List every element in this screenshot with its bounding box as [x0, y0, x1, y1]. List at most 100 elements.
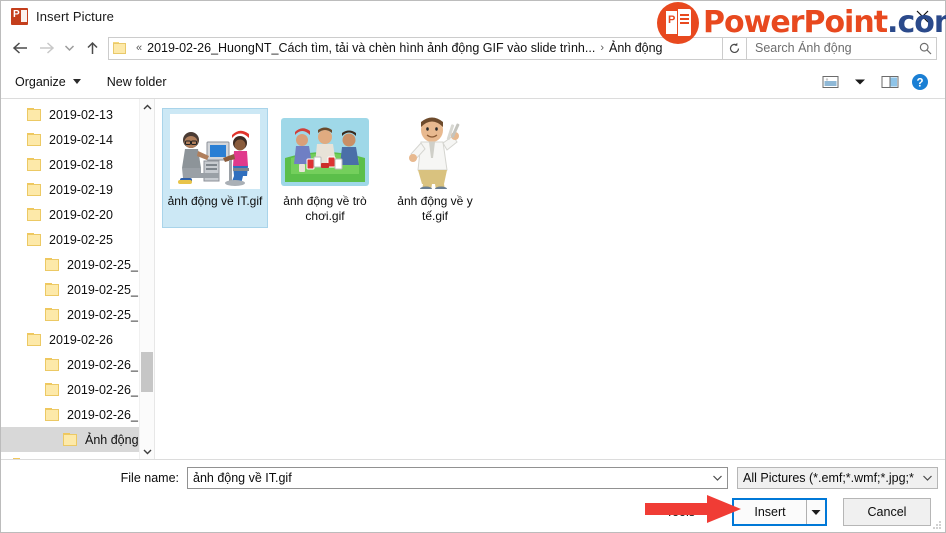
insert-picture-dialog: P Insert Picture « 2019-02-26_HuongNT_Cá…: [0, 0, 946, 533]
insert-button-group[interactable]: Insert: [732, 498, 827, 526]
folder-icon: [27, 207, 43, 222]
folder-icon: [45, 257, 61, 272]
tree-item-label: 2019-02-26_: [67, 357, 138, 372]
tree-item-label: 2019-02-25_: [67, 282, 138, 297]
breadcrumb-item-current[interactable]: Ảnh động: [609, 41, 663, 55]
chevron-down-icon: [811, 509, 821, 515]
chevron-up-icon: [143, 104, 151, 109]
chevron-down-icon: [143, 449, 151, 454]
navigation-bar: « 2019-02-26_HuongNT_Cách tìm, tải và ch…: [1, 31, 945, 65]
close-icon: [916, 10, 928, 22]
refresh-icon: [729, 42, 740, 53]
search-icon: [919, 42, 932, 54]
file-list-pane[interactable]: ảnh động về IT.gif ảnh động về trò chơi.…: [155, 99, 945, 459]
folder-icon: [63, 432, 79, 447]
navigation-tree-pane: 2019-02-13 2019-02-14 2019-02-18 2019-02-19…: [1, 99, 155, 459]
folder-icon: [45, 282, 61, 297]
file-thumbnail: [390, 114, 480, 189]
chevron-down-icon: [923, 475, 932, 481]
tree-item[interactable]: 2019-02-14: [1, 127, 154, 152]
folder-icon: [13, 457, 29, 459]
breadcrumb-separator: ›: [600, 42, 604, 54]
preview-pane-icon: [881, 75, 899, 88]
tree-item[interactable]: 2019-02-25_: [1, 302, 154, 327]
file-item[interactable]: ảnh động về trò chơi.gif: [272, 108, 378, 228]
forward-button[interactable]: [33, 35, 59, 61]
view-options-button[interactable]: [815, 69, 845, 95]
file-name-label: ảnh động về trò chơi.gif: [283, 194, 367, 223]
tree-item[interactable]: 2019-02-25_: [1, 277, 154, 302]
tree-scroll-down-button[interactable]: [140, 443, 154, 459]
organize-button[interactable]: Organize: [15, 75, 81, 89]
tree-scrollbar-thumb[interactable]: [141, 352, 153, 392]
command-bar: Organize New folder ?: [1, 65, 945, 99]
tree-item[interactable]: 2019-02-25_: [1, 252, 154, 277]
file-item[interactable]: ảnh động về IT.gif: [162, 108, 268, 228]
folder-icon: [45, 357, 61, 372]
tree-scrollbar[interactable]: [139, 99, 154, 459]
tree-item[interactable]: Giáo trình Ielts: [1, 452, 154, 459]
folder-icon: [27, 107, 43, 122]
back-button[interactable]: [7, 35, 33, 61]
tree-scroll-up-button[interactable]: [140, 99, 154, 115]
window-title: Insert Picture: [36, 8, 114, 24]
chevron-down-icon[interactable]: [712, 474, 723, 482]
title-bar: P Insert Picture: [1, 1, 945, 31]
search-box[interactable]: Search Ảnh động: [747, 36, 937, 60]
tree-item[interactable]: 2019-02-26_: [1, 402, 154, 427]
tree-item-label: 2019-02-26: [49, 332, 113, 347]
file-thumbnail: [170, 114, 260, 189]
filename-label: File name:: [120, 471, 179, 485]
folder-icon: [27, 332, 43, 347]
folder-icon: [45, 307, 61, 322]
footer-buttons: Tools Insert Cancel: [666, 498, 931, 526]
filetype-value: All Pictures (*.emf;*.wmf;*.jpg;*: [743, 471, 914, 485]
refresh-button[interactable]: [723, 36, 747, 60]
tree-item[interactable]: 2019-02-26_: [1, 352, 154, 377]
svg-text:?: ?: [916, 77, 923, 89]
close-button[interactable]: [899, 1, 945, 31]
tree-item[interactable]: 2019-02-20: [1, 202, 154, 227]
view-layout-icon: [822, 75, 838, 88]
tree-item-label: 2019-02-20: [49, 207, 113, 222]
cancel-button[interactable]: Cancel: [843, 498, 931, 526]
file-name-label: ảnh động về IT.gif: [167, 194, 263, 208]
new-folder-button[interactable]: New folder: [107, 75, 167, 89]
tree-item-label: 2019-02-25_: [67, 257, 138, 272]
file-name-label: ảnh động về y tế.gif: [397, 194, 473, 223]
preview-pane-button[interactable]: [875, 69, 905, 95]
resize-grip-icon[interactable]: [930, 518, 942, 530]
tree-item[interactable]: 2019-02-19: [1, 177, 154, 202]
tree-item-label: 2019-02-13: [49, 107, 113, 122]
view-dropdown-button[interactable]: [845, 69, 875, 95]
filetype-dropdown[interactable]: All Pictures (*.emf;*.wmf;*.jpg;*: [737, 467, 938, 489]
recent-locations-button[interactable]: [59, 35, 79, 61]
tree-item-label: 2019-02-25: [49, 232, 113, 247]
tree-item-label: 2019-02-14: [49, 132, 113, 147]
folder-icon: [45, 407, 61, 422]
tree-item[interactable]: 2019-02-13: [1, 102, 154, 127]
filename-input[interactable]: ảnh động về IT.gif: [187, 467, 728, 489]
tree-item[interactable]: 2019-02-25: [1, 227, 154, 252]
help-button[interactable]: ?: [905, 69, 935, 95]
tree-item-label: 2019-02-18: [49, 157, 113, 172]
powerpoint-icon: P: [11, 7, 28, 25]
tree-item-label: 2019-02-26_: [67, 382, 138, 397]
tree-item[interactable]: 2019-02-26_: [1, 377, 154, 402]
tools-button[interactable]: Tools: [666, 505, 710, 519]
filename-row: File name: ảnh động về IT.gif All Pictur…: [1, 460, 945, 489]
tree-item[interactable]: Ảnh động: [1, 427, 154, 452]
file-item[interactable]: ảnh động về y tế.gif: [382, 108, 488, 228]
breadcrumb-item-parent[interactable]: 2019-02-26_HuongNT_Cách tìm, tải và chèn…: [147, 41, 595, 55]
address-bar[interactable]: « 2019-02-26_HuongNT_Cách tìm, tải và ch…: [108, 36, 723, 60]
chevron-down-icon: [855, 79, 865, 84]
folder-icon: [27, 182, 43, 197]
up-button[interactable]: [79, 35, 105, 61]
tree-item[interactable]: 2019-02-18: [1, 152, 154, 177]
insert-button[interactable]: Insert: [734, 500, 807, 524]
filename-value[interactable]: ảnh động về IT.gif: [193, 471, 712, 485]
folder-icon: [27, 157, 43, 172]
insert-dropdown-button[interactable]: [807, 500, 825, 524]
tree-item[interactable]: 2019-02-26: [1, 327, 154, 352]
search-input[interactable]: Search Ảnh động: [755, 41, 919, 55]
